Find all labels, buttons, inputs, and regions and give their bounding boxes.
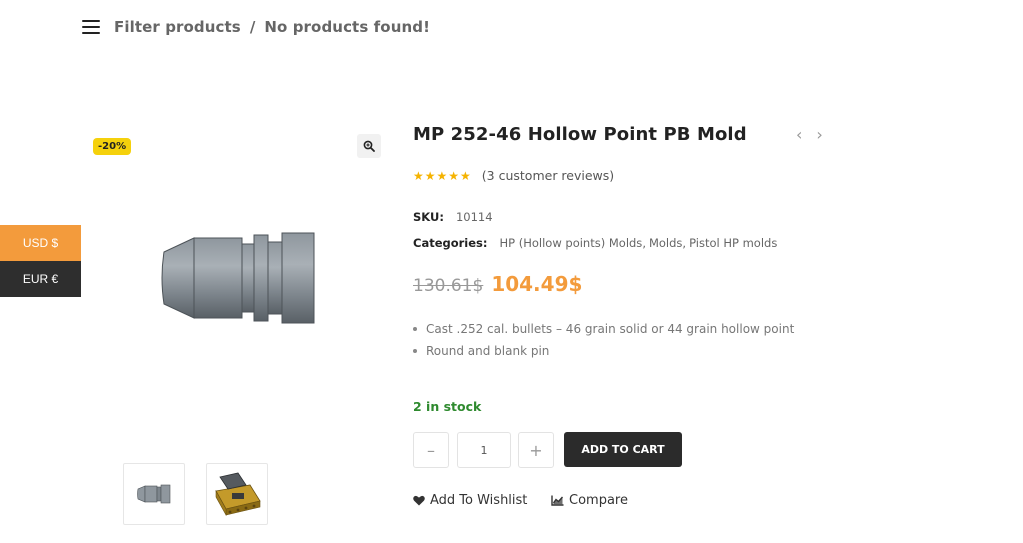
compare-link[interactable]: Compare: [551, 493, 628, 508]
mold-thumbnail: [215, 472, 261, 517]
categories-label: Categories:: [413, 236, 488, 250]
stock-status: 2 in stock: [413, 399, 482, 414]
filter-status: No products found!: [264, 18, 431, 36]
quantity-increase-button[interactable]: +: [518, 432, 554, 468]
product-nav: ‹ ›: [796, 126, 823, 144]
magnifier-icon: [363, 140, 375, 152]
categories-row: Categories: HP (Hollow points) Molds, Mo…: [413, 236, 777, 250]
category-separator: ,: [642, 236, 646, 250]
add-to-cart-button[interactable]: ADD TO CART: [564, 432, 682, 467]
feature-item: Cast .252 cal. bullets – 46 grain solid …: [413, 318, 794, 340]
wishlist-label: Add To Wishlist: [430, 493, 528, 508]
price: 130.61$ 104.49$: [413, 272, 582, 296]
product-rating: ★★★★★ (3 customer reviews): [413, 168, 614, 183]
category-link-molds[interactable]: Molds: [649, 236, 682, 250]
bullet-image[interactable]: [160, 226, 320, 330]
category-link-pistol-hp-molds[interactable]: Pistol HP molds: [689, 236, 777, 250]
filter-bar: Filter products / No products found!: [82, 16, 430, 38]
menu-icon[interactable]: [82, 20, 100, 34]
feature-item: Round and blank pin: [413, 340, 794, 362]
currency-eur[interactable]: EUR €: [0, 261, 81, 297]
zoom-button[interactable]: [357, 134, 381, 158]
reviews-link[interactable]: (3 customer reviews): [482, 168, 614, 183]
chart-icon: [551, 495, 564, 506]
quantity-input[interactable]: [457, 432, 511, 468]
add-to-wishlist-link[interactable]: Add To Wishlist: [413, 493, 527, 508]
sku-row: SKU: 10114: [413, 210, 493, 224]
category-separator: ,: [682, 236, 687, 250]
thumbnail-mold[interactable]: [206, 463, 268, 525]
star-rating-icon: ★★★★★: [413, 168, 472, 183]
next-product-icon[interactable]: ›: [816, 126, 822, 144]
breadcrumb-separator: /: [249, 18, 256, 36]
previous-product-icon[interactable]: ‹: [796, 126, 802, 144]
sku-label: SKU:: [413, 210, 444, 224]
category-link-hp-molds[interactable]: HP (Hollow points) Molds: [500, 236, 643, 250]
thumbnail-bullet[interactable]: [123, 463, 185, 525]
heart-icon: [413, 495, 425, 506]
bullet-thumbnail: [137, 484, 171, 504]
sku-value: 10114: [455, 210, 493, 224]
currency-switcher: USD $ EUR €: [0, 225, 81, 297]
feature-list: Cast .252 cal. bullets – 46 grain solid …: [413, 318, 794, 362]
quantity-decrease-button[interactable]: –: [413, 432, 449, 468]
product-title: MP 252-46 Hollow Point PB Mold: [413, 124, 747, 145]
price-original: 130.61$: [413, 276, 484, 296]
price-sale: 104.49$: [491, 272, 583, 296]
sale-badge: -20%: [93, 138, 132, 155]
currency-usd[interactable]: USD $: [0, 225, 81, 261]
filter-products-link[interactable]: Filter products: [114, 18, 241, 36]
compare-label: Compare: [569, 493, 628, 508]
